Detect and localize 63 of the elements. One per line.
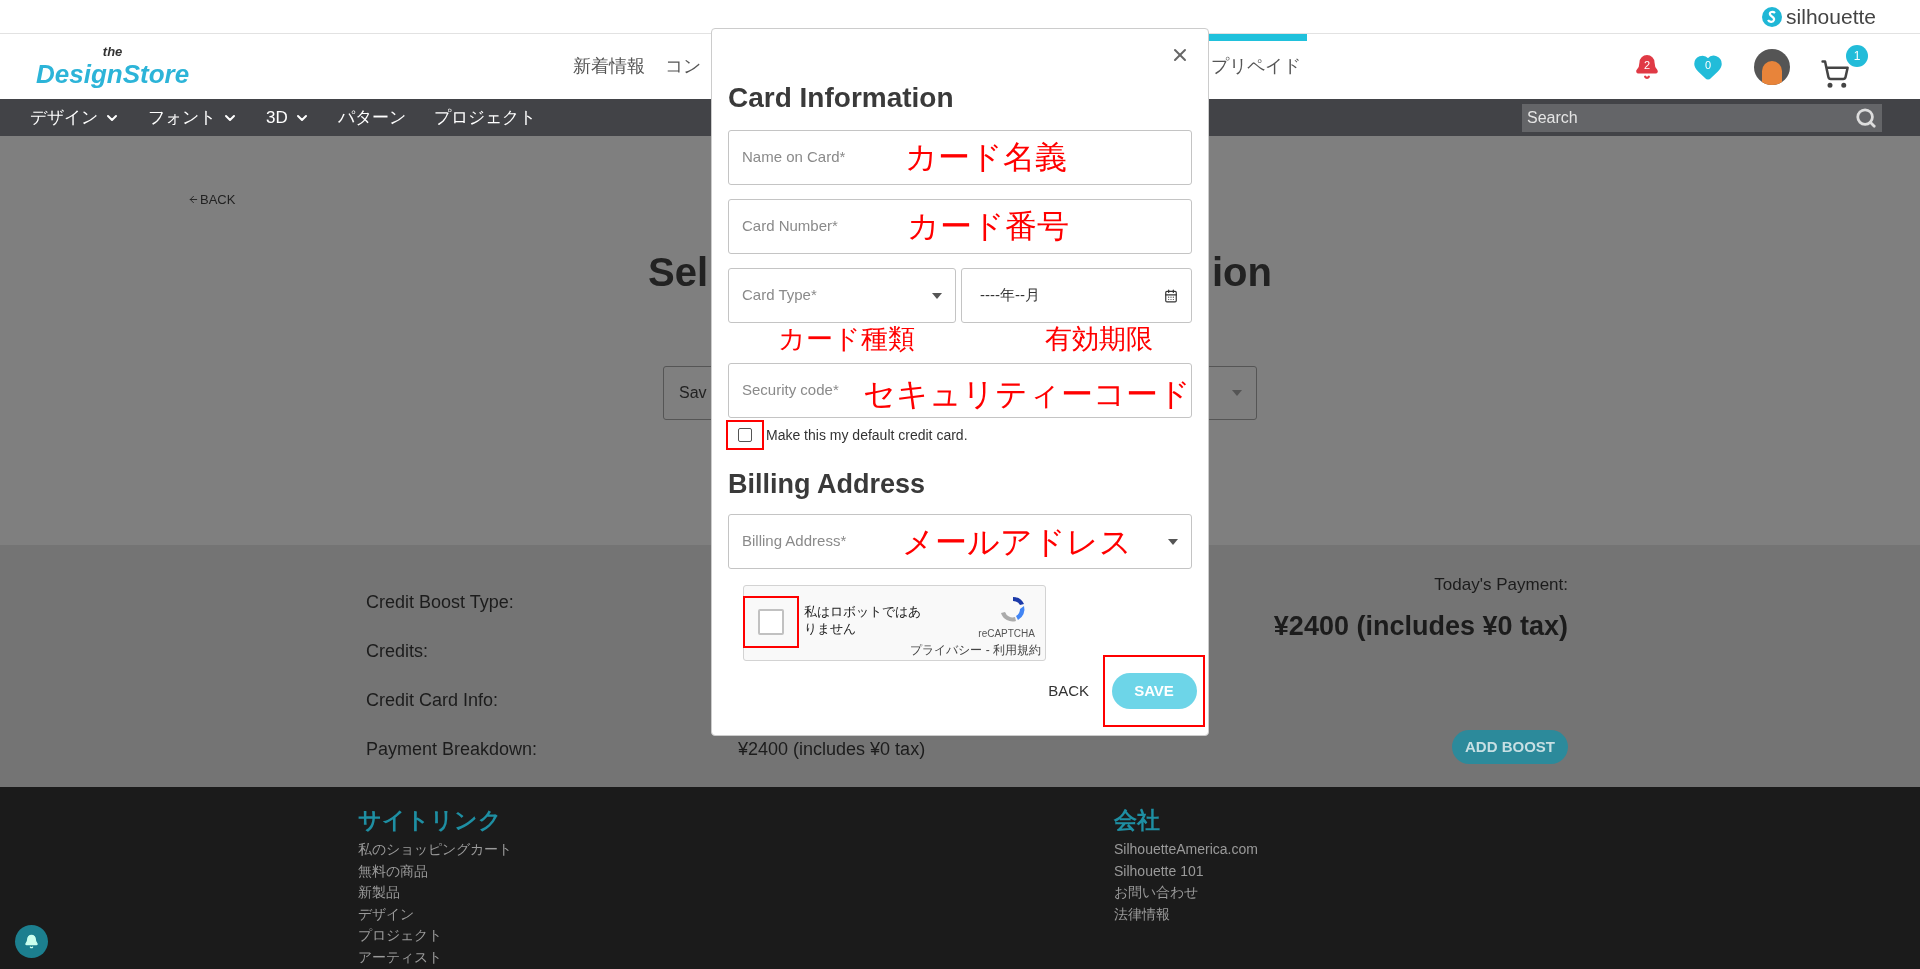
recaptcha-brand: reCAPTCHA — [978, 627, 1035, 641]
back-button[interactable]: BACK — [1048, 679, 1089, 703]
todays-payment-label: Today's Payment: — [1434, 574, 1568, 596]
brand-logo[interactable]: silhouette — [1762, 4, 1876, 29]
annotation-text: カード種類 — [778, 326, 915, 353]
annotation-text: 有効期限 — [1045, 326, 1153, 353]
summary-value: ¥2400 (includes ¥0 tax) — [738, 737, 926, 761]
summary-label: Credit Card Info: — [366, 688, 500, 712]
footer-link[interactable]: アーティスト — [358, 946, 512, 968]
annotation-text: メールアドレス — [902, 524, 1132, 560]
billing-address-select[interactable]: Billing Address* メールアドレス — [728, 514, 1192, 569]
footer-link[interactable]: Silhouette 101 — [1114, 860, 1258, 882]
month-field[interactable]: ----年--月 — [961, 268, 1192, 323]
category-menu-item[interactable]: 3D — [266, 104, 310, 131]
select-field[interactable]: Card Type* — [728, 268, 956, 323]
back-link[interactable]: BACK — [188, 190, 236, 210]
page-title: Sel — [648, 249, 709, 296]
recaptcha-checkbox[interactable] — [758, 609, 784, 635]
annotation-text: カード名義 — [905, 139, 1067, 175]
summary-label: Credits: — [366, 639, 429, 663]
nav-link[interactable]: 新着情報 — [567, 34, 651, 99]
dropdown-caret-icon — [1232, 390, 1242, 396]
category-menu-item[interactable]: デザイン — [30, 104, 120, 131]
footer-link[interactable]: 私のショッピングカート — [358, 839, 512, 861]
dropdown-caret-icon — [932, 292, 942, 299]
input-field[interactable]: Name on Card* カード名義 — [728, 130, 1192, 185]
category-menu-item[interactable]: パターン — [337, 104, 406, 131]
recaptcha-links[interactable]: プライバシー - 利用規約 — [910, 641, 1041, 659]
footer-link[interactable]: プロジェクト — [358, 925, 512, 947]
summary-label: Payment Breakdown: — [366, 737, 539, 761]
notifications-button[interactable]: 2 — [1632, 51, 1662, 82]
footer-link[interactable]: お問い合わせ — [1114, 882, 1258, 904]
search-field[interactable]: Search — [1522, 103, 1882, 132]
page-title: ion — [1212, 249, 1272, 296]
category-menu-item[interactable]: プロジェクト — [433, 104, 536, 131]
avatar[interactable] — [1754, 48, 1790, 85]
annotation-text: カード番号 — [907, 208, 1069, 244]
store-logo[interactable]: the DesignStore — [30, 42, 196, 91]
footer-link[interactable]: デザイン — [358, 903, 512, 925]
annotation-text: セキュリティーコード — [863, 376, 1191, 412]
cart-icon — [1820, 58, 1850, 89]
checkbox-label: Make this my default credit card. — [766, 425, 968, 445]
bell-icon — [24, 934, 39, 949]
dialog-title: Card Information — [728, 81, 955, 115]
notification-bell-button[interactable] — [15, 925, 48, 958]
footer-link[interactable]: 無料の商品 — [358, 860, 512, 882]
input-field[interactable]: Card Number* カード番号 — [728, 199, 1192, 254]
footer-link[interactable]: SilhouetteAmerica.com — [1114, 839, 1258, 861]
nav-link[interactable]: コン — [659, 34, 707, 99]
recaptcha-label: 私はロボットではありません — [804, 604, 922, 638]
todays-payment-amount: ¥2400 (includes ¥0 tax) — [1273, 609, 1568, 643]
summary-label: Credit Boost Type: — [366, 590, 515, 614]
category-menu-item[interactable]: フォント — [148, 104, 238, 131]
footer-link[interactable]: 新製品 — [358, 882, 512, 904]
footer-heading: サイトリンク — [358, 806, 503, 835]
section-heading: Billing Address — [728, 468, 927, 501]
arrow-left-icon — [188, 194, 199, 206]
footer-heading: 会社 — [1114, 806, 1161, 835]
checkbox[interactable] — [738, 428, 752, 442]
input-field[interactable]: Security code* セキュリティーコード — [728, 363, 1192, 418]
search-icon[interactable] — [1855, 106, 1877, 129]
calendar-icon[interactable] — [1164, 288, 1178, 303]
footer-link[interactable]: 法律情報 — [1114, 903, 1258, 925]
